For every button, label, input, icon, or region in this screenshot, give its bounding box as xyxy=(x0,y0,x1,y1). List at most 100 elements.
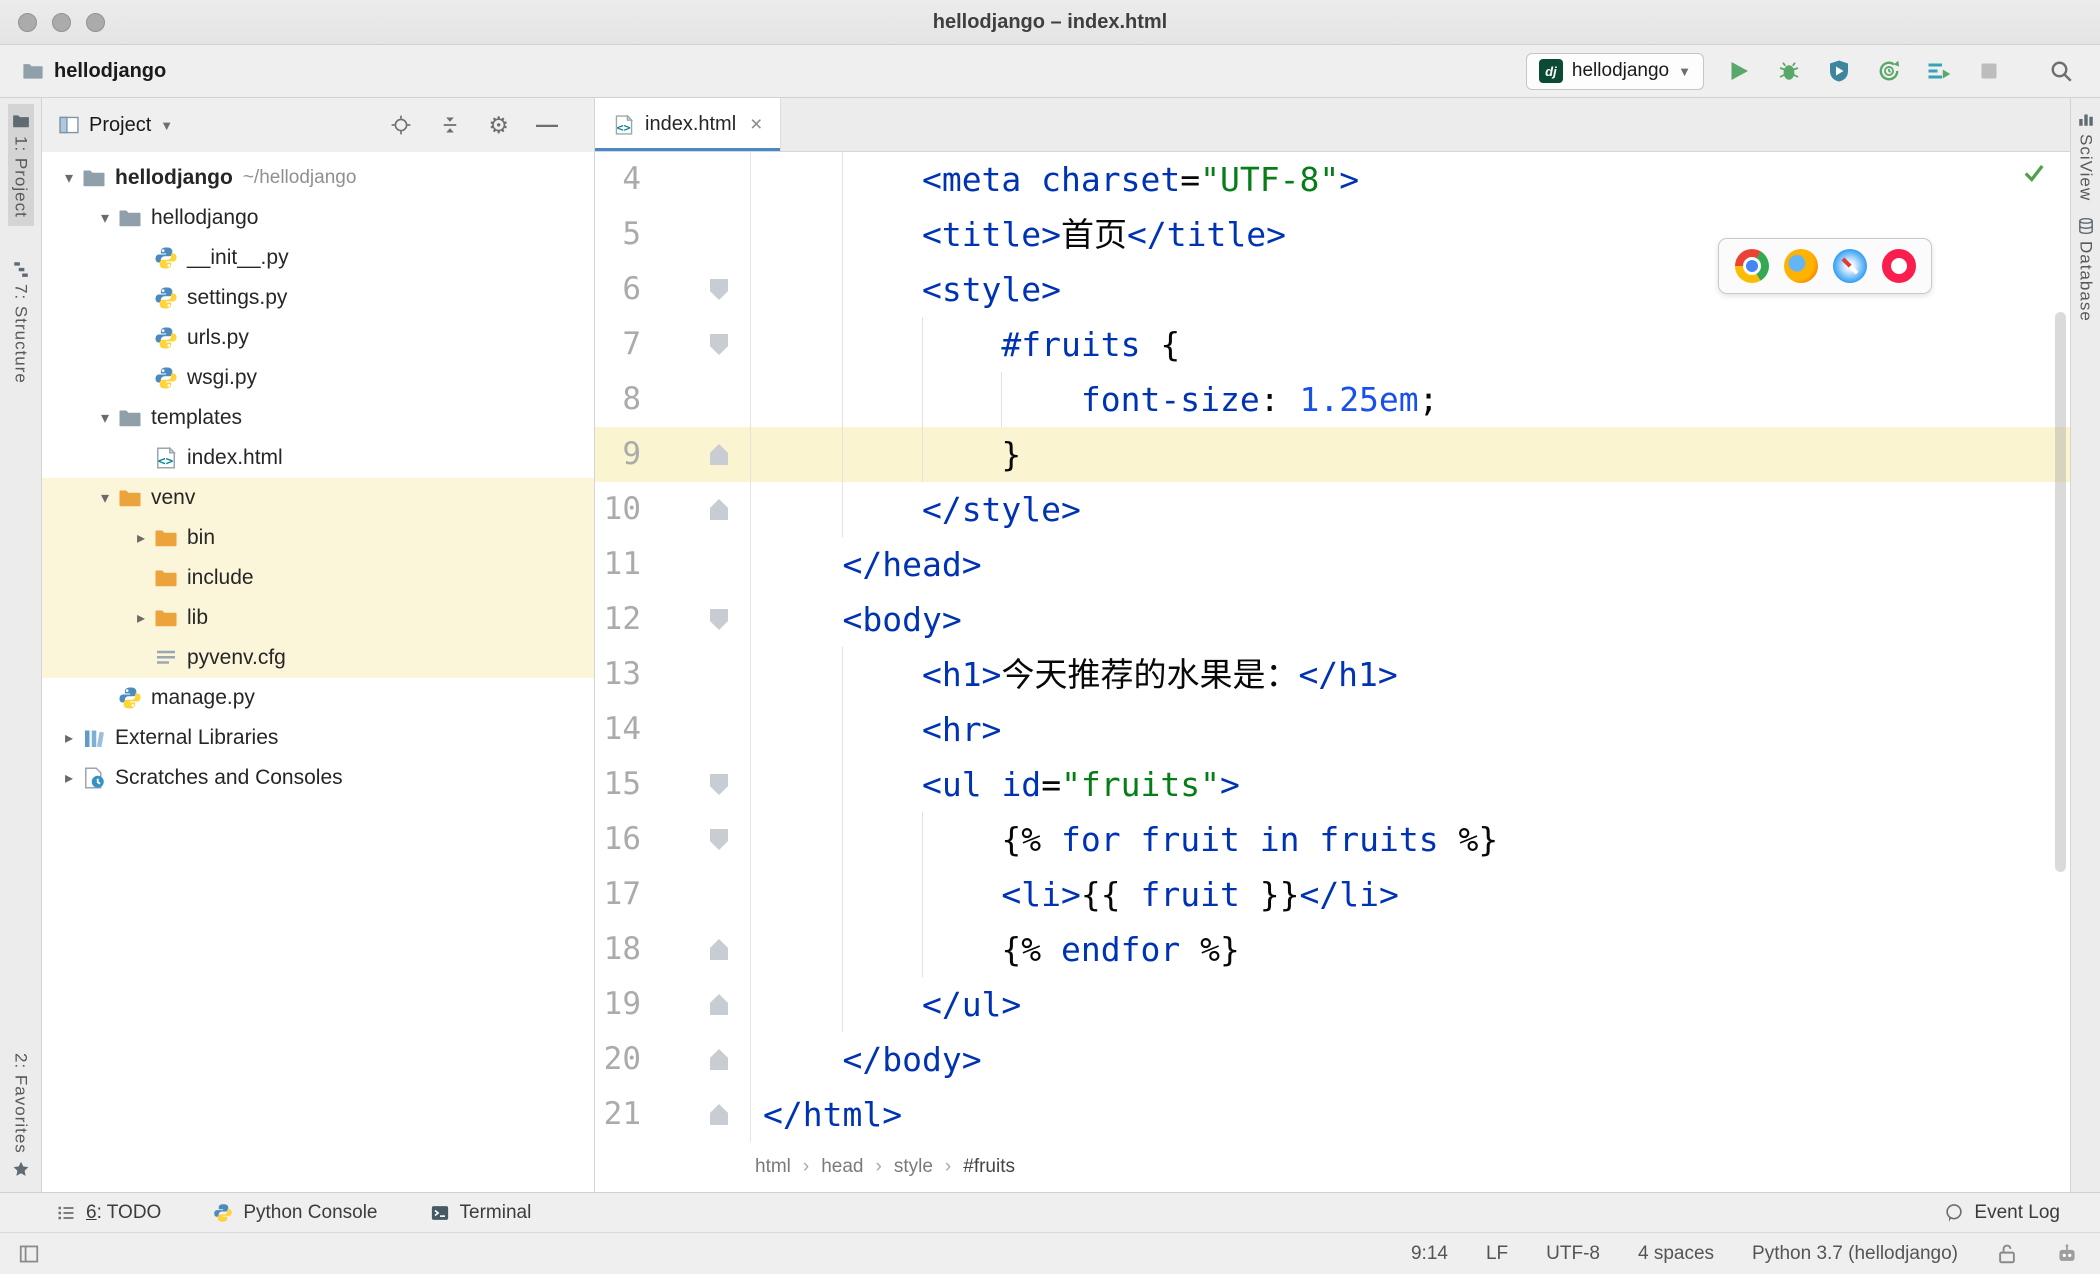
code-line-4[interactable]: 4 <meta charset="UTF-8"> xyxy=(595,152,2070,207)
tree-item-venv[interactable]: ▾ venv xyxy=(42,478,594,518)
code-line-17[interactable]: 17 <li>{{ fruit }}</li> xyxy=(595,867,2070,922)
line-number[interactable]: 14 xyxy=(595,702,647,757)
status-caret-position[interactable]: 9:14 xyxy=(1411,1243,1448,1265)
code-line-19[interactable]: 19 </ul> xyxy=(595,977,2070,1032)
line-number[interactable]: 17 xyxy=(595,867,647,922)
tree-item-include[interactable]: include xyxy=(42,558,594,598)
code-line-21[interactable]: 21 </html> xyxy=(595,1087,2070,1142)
stop-button[interactable] xyxy=(1974,56,2004,86)
readonly-lock-icon[interactable] xyxy=(1996,1243,2018,1265)
locate-file-icon[interactable] xyxy=(390,114,412,136)
chevron-down-icon[interactable]: ▾ xyxy=(92,208,118,228)
line-number[interactable]: 5 xyxy=(595,207,647,262)
close-tab-icon[interactable]: × xyxy=(750,113,762,137)
toolwindow-button-project[interactable]: 1: Project xyxy=(7,104,34,226)
line-number[interactable]: 8 xyxy=(595,372,647,427)
fold-marker-up-icon[interactable] xyxy=(710,444,728,465)
toolwindow-button-favorites[interactable]: 2: Favorites xyxy=(8,1045,34,1186)
code-line-18[interactable]: 18 {% endfor %} xyxy=(595,922,2070,977)
line-number[interactable]: 21 xyxy=(595,1087,647,1142)
tree-item-wsgi-py[interactable]: wsgi.py xyxy=(42,358,594,398)
fold-marker-up-icon[interactable] xyxy=(710,499,728,520)
project-breadcrumb[interactable]: hellodjango xyxy=(22,60,166,83)
tree-item-hellodjango[interactable]: ▾ hellodjango ~/hellodjango xyxy=(42,158,594,198)
code-line-12[interactable]: 12 <body> xyxy=(595,592,2070,647)
profiler-button[interactable] xyxy=(1874,56,1904,86)
run-button[interactable] xyxy=(1724,56,1754,86)
code-line-20[interactable]: 20 </body> xyxy=(595,1032,2070,1087)
code-line-10[interactable]: 10 </style> xyxy=(595,482,2070,537)
toolwindow-toggle-icon[interactable] xyxy=(18,1243,44,1265)
fold-marker-down-icon[interactable] xyxy=(710,609,728,630)
fold-marker-down-icon[interactable] xyxy=(710,774,728,795)
tree-item-urls-py[interactable]: urls.py xyxy=(42,318,594,358)
opera-browser-icon[interactable] xyxy=(1881,249,1916,283)
toolwindow-button-6-todo[interactable]: 6: TODO xyxy=(56,1202,161,1224)
safari-browser-icon[interactable] xyxy=(1832,249,1867,283)
breadcrumb-style[interactable]: style xyxy=(894,1156,933,1178)
toolwindow-button-event-log[interactable]: Event Log xyxy=(1944,1202,2060,1224)
chevron-right-icon[interactable]: ▸ xyxy=(56,768,82,788)
chevron-down-icon[interactable]: ▾ xyxy=(92,408,118,428)
breadcrumb-html[interactable]: html xyxy=(755,1156,791,1178)
line-number[interactable]: 12 xyxy=(595,592,647,647)
tree-item-index-html[interactable]: <> index.html xyxy=(42,438,594,478)
line-number[interactable]: 15 xyxy=(595,757,647,812)
code-line-11[interactable]: 11 </head> xyxy=(595,537,2070,592)
tree-item-hellodjango[interactable]: ▾ hellodjango xyxy=(42,198,594,238)
code-line-14[interactable]: 14 <hr> xyxy=(595,702,2070,757)
line-number[interactable]: 11 xyxy=(595,537,647,592)
line-number[interactable]: 18 xyxy=(595,922,647,977)
breadcrumb-fruits[interactable]: #fruits xyxy=(963,1156,1015,1178)
tree-item-templates[interactable]: ▾ templates xyxy=(42,398,594,438)
chevron-down-icon[interactable]: ▼ xyxy=(160,118,173,133)
code-line-8[interactable]: 8 font-size: 1.25em; xyxy=(595,372,2070,427)
gear-icon[interactable]: ⚙ xyxy=(488,113,509,137)
code-line-16[interactable]: 16 {% for fruit in fruits %} xyxy=(595,812,2070,867)
collapse-all-icon[interactable] xyxy=(439,114,461,136)
chrome-browser-icon[interactable] xyxy=(1734,249,1769,283)
chevron-down-icon[interactable]: ▾ xyxy=(92,488,118,508)
toolwindow-button-database[interactable]: Database xyxy=(2073,209,2099,330)
line-number[interactable]: 13 xyxy=(595,647,647,702)
line-number[interactable]: 10 xyxy=(595,482,647,537)
project-view-title[interactable]: Project xyxy=(89,114,151,137)
status-file-encoding[interactable]: UTF-8 xyxy=(1546,1243,1600,1265)
fold-marker-up-icon[interactable] xyxy=(710,1049,728,1070)
firefox-browser-icon[interactable] xyxy=(1783,249,1818,283)
tree-item-manage-py[interactable]: manage.py xyxy=(42,678,594,718)
tree-item-bin[interactable]: ▸ bin xyxy=(42,518,594,558)
tree-item-scratches-and-consoles[interactable]: ▸ Scratches and Consoles xyxy=(42,758,594,798)
toolwindow-button-python-console[interactable]: Python Console xyxy=(213,1202,378,1224)
chevron-right-icon[interactable]: ▸ xyxy=(128,528,154,548)
fold-marker-down-icon[interactable] xyxy=(710,279,728,300)
chevron-down-icon[interactable]: ▾ xyxy=(56,168,82,188)
fold-marker-down-icon[interactable] xyxy=(710,829,728,850)
line-number[interactable]: 6 xyxy=(595,262,647,317)
tree-item-init-py[interactable]: __init__.py xyxy=(42,238,594,278)
line-number[interactable]: 20 xyxy=(595,1032,647,1087)
fold-marker-up-icon[interactable] xyxy=(710,1104,728,1125)
line-number[interactable]: 16 xyxy=(595,812,647,867)
status-line-separator[interactable]: LF xyxy=(1486,1243,1508,1265)
fold-marker-up-icon[interactable] xyxy=(710,939,728,960)
line-number[interactable]: 7 xyxy=(595,317,647,372)
ide-errors-icon[interactable] xyxy=(2056,1243,2078,1265)
debug-button[interactable] xyxy=(1774,56,1804,86)
tree-item-external-libraries[interactable]: ▸ External Libraries xyxy=(42,718,594,758)
code-line-9[interactable]: 9 } xyxy=(595,427,2070,482)
toolwindow-button-structure[interactable]: 7: Structure xyxy=(8,252,34,392)
line-number[interactable]: 19 xyxy=(595,977,647,1032)
status-indent-style[interactable]: 4 spaces xyxy=(1638,1243,1714,1265)
line-number[interactable]: 4 xyxy=(595,152,647,207)
code-line-13[interactable]: 13 <h1>今天推荐的水果是：</h1> xyxy=(595,647,2070,702)
editor-body[interactable]: 4 <meta charset="UTF-8"> 5 <title>首页</tit… xyxy=(595,152,2070,1142)
toolwindow-button-sciview[interactable]: SciView xyxy=(2073,102,2099,209)
chevron-right-icon[interactable]: ▸ xyxy=(56,728,82,748)
editor-scrollbar[interactable] xyxy=(2055,312,2066,872)
code-line-15[interactable]: 15 <ul id="fruits"> xyxy=(595,757,2070,812)
run-with-coverage-button[interactable] xyxy=(1824,56,1854,86)
tree-item-lib[interactable]: ▸ lib xyxy=(42,598,594,638)
fold-marker-up-icon[interactable] xyxy=(710,994,728,1015)
search-everywhere-icon[interactable] xyxy=(2046,56,2076,86)
